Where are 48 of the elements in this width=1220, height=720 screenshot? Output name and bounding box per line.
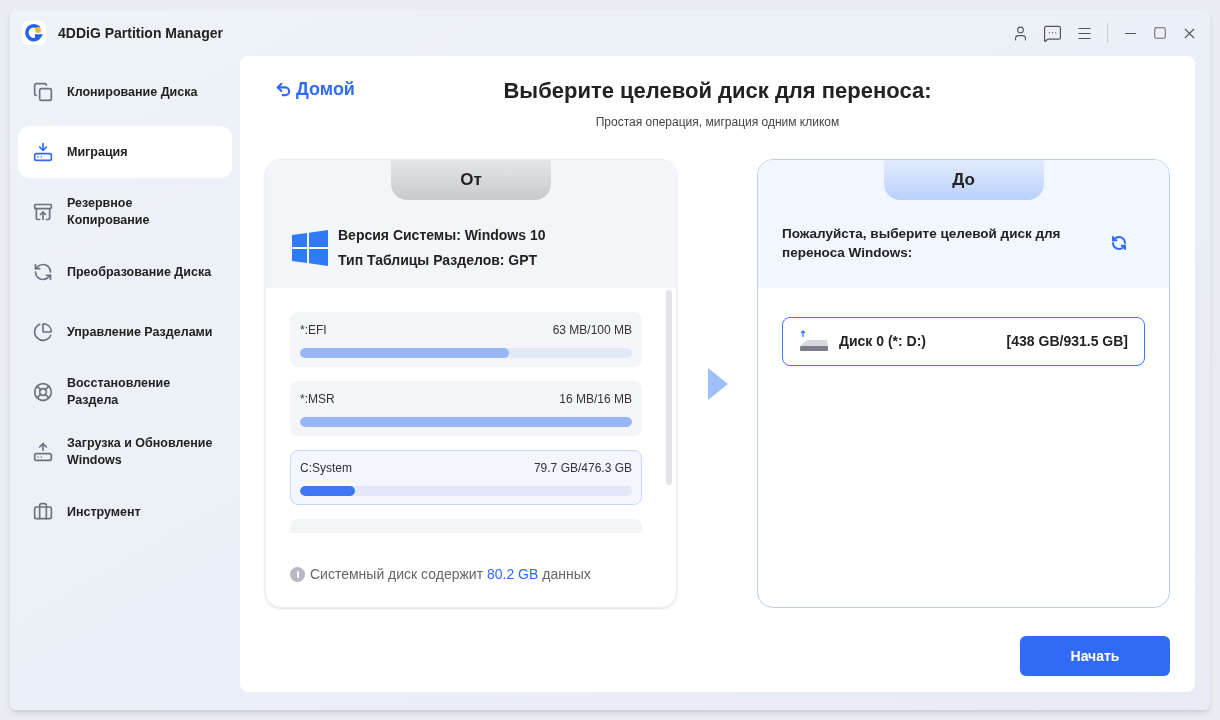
target-prompt: Пожалуйста, выберите целевой диск для переноса Windows: (782, 225, 1062, 262)
page-subtitle: Простая операция, миграция одним кликом (595, 114, 840, 131)
convert-icon (33, 262, 53, 282)
system-version: Версия Системы: Windows 10 (338, 226, 546, 245)
partition-card[interactable]: C:System 79.7 GB/476.3 GB (290, 450, 642, 505)
lifebuoy-icon (33, 382, 53, 402)
back-arrow-icon (275, 81, 292, 98)
backup-icon (33, 202, 53, 222)
maximize-icon[interactable] (1153, 26, 1167, 40)
sidebar-item[interactable]: Загрузка и Обновление Windows (18, 426, 232, 478)
sidebar-item[interactable]: Управление Разделами (18, 306, 232, 358)
partition-name: C:System (300, 460, 352, 477)
partition-usage: 63 MB/100 MB (552, 322, 632, 339)
partition-card[interactable]: *:EFI 63 MB/100 MB (290, 312, 642, 367)
drive-arrow-icon (33, 142, 53, 162)
home-back-link[interactable]: Домой (275, 76, 355, 103)
info-icon (290, 567, 305, 582)
refresh-icon[interactable] (1111, 235, 1127, 251)
toolbox-icon (33, 502, 53, 522)
partition-usage: 79.7 GB/476.3 GB (533, 460, 632, 477)
arrow-right-icon (706, 367, 728, 400)
app-title: 4DDiG Partition Manager (58, 23, 223, 43)
account-icon[interactable] (1012, 24, 1029, 42)
feedback-icon[interactable] (1043, 23, 1062, 43)
partition-usage: 16 MB/16 MB (559, 391, 632, 408)
pie-chart-icon (33, 322, 53, 342)
partition-table-type: Тип Таблицы Разделов: GPT (338, 251, 539, 270)
start-button[interactable]: Начать (1020, 636, 1170, 676)
sidebar-item[interactable]: Миграция (18, 126, 232, 178)
app-logo-icon (22, 21, 46, 45)
scrollbar-thumb[interactable] (666, 290, 672, 485)
sidebar-item[interactable]: Резервное Копирование (18, 186, 232, 238)
windows-logo-icon (292, 230, 328, 266)
partition-card[interactable]: *:MSR 16 MB/16 MB (290, 381, 642, 436)
disk-capacity: [438 GB/931.5 GB] (1006, 332, 1128, 351)
copy-icon (33, 82, 53, 102)
partition-name: *:EFI (300, 322, 327, 339)
usb-drive-icon (799, 329, 829, 354)
sidebar-item[interactable]: Клонирование Диска (18, 66, 232, 118)
disk-option[interactable]: Диск 0 (*: D:) [438 GB/931.5 GB] (782, 317, 1145, 366)
sidebar-item[interactable]: Восстановление Раздела (18, 366, 232, 418)
page-title: Выберите целевой диск для переноса: (503, 77, 932, 105)
disk-name: Диск 0 (*: D:) (839, 332, 927, 351)
sidebar-item[interactable]: Преобразование Диска (18, 246, 232, 298)
partition-name: *:MSR (300, 391, 335, 408)
system-disk-note: Системный диск содержит 80.2 GB данных (310, 565, 591, 584)
sidebar-item[interactable]: Инструмент (18, 486, 232, 538)
drive-upload-icon (33, 442, 53, 462)
